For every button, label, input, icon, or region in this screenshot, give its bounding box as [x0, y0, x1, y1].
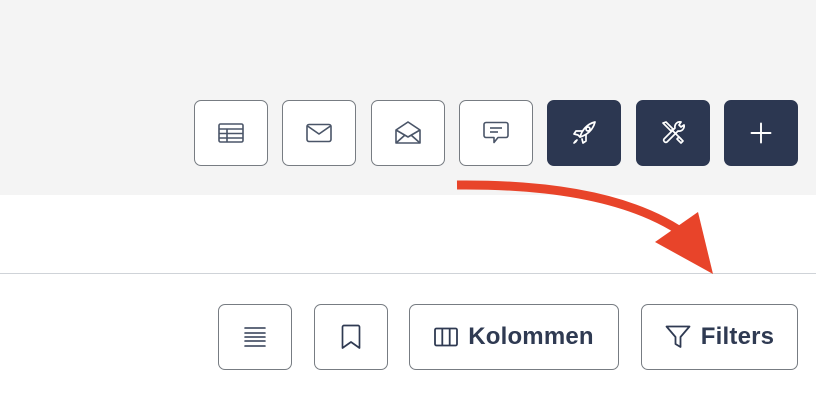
density-button[interactable] [218, 304, 292, 370]
launch-button[interactable] [547, 100, 621, 166]
rocket-icon [570, 119, 598, 147]
list-lines-icon [243, 326, 267, 348]
table-icon [218, 123, 244, 143]
table-view-button[interactable] [194, 100, 268, 166]
tools-button[interactable] [636, 100, 710, 166]
mail-open-button[interactable] [371, 100, 445, 166]
filters-button[interactable]: Filters [641, 304, 798, 370]
mail-icon [306, 123, 332, 143]
columns-label: Kolommen [468, 323, 594, 350]
filter-icon [665, 325, 691, 349]
add-button[interactable] [724, 100, 798, 166]
comment-button[interactable] [459, 100, 533, 166]
bookmark-icon [341, 324, 361, 350]
mail-open-icon [395, 121, 421, 145]
divider [0, 273, 816, 274]
plus-icon [750, 122, 772, 144]
filters-label: Filters [700, 323, 775, 350]
tools-icon [659, 119, 687, 147]
mail-button[interactable] [282, 100, 356, 166]
bookmark-button[interactable] [314, 304, 388, 370]
columns-button[interactable]: Kolommen [409, 304, 619, 370]
columns-icon [434, 327, 459, 347]
comment-icon [483, 121, 509, 145]
